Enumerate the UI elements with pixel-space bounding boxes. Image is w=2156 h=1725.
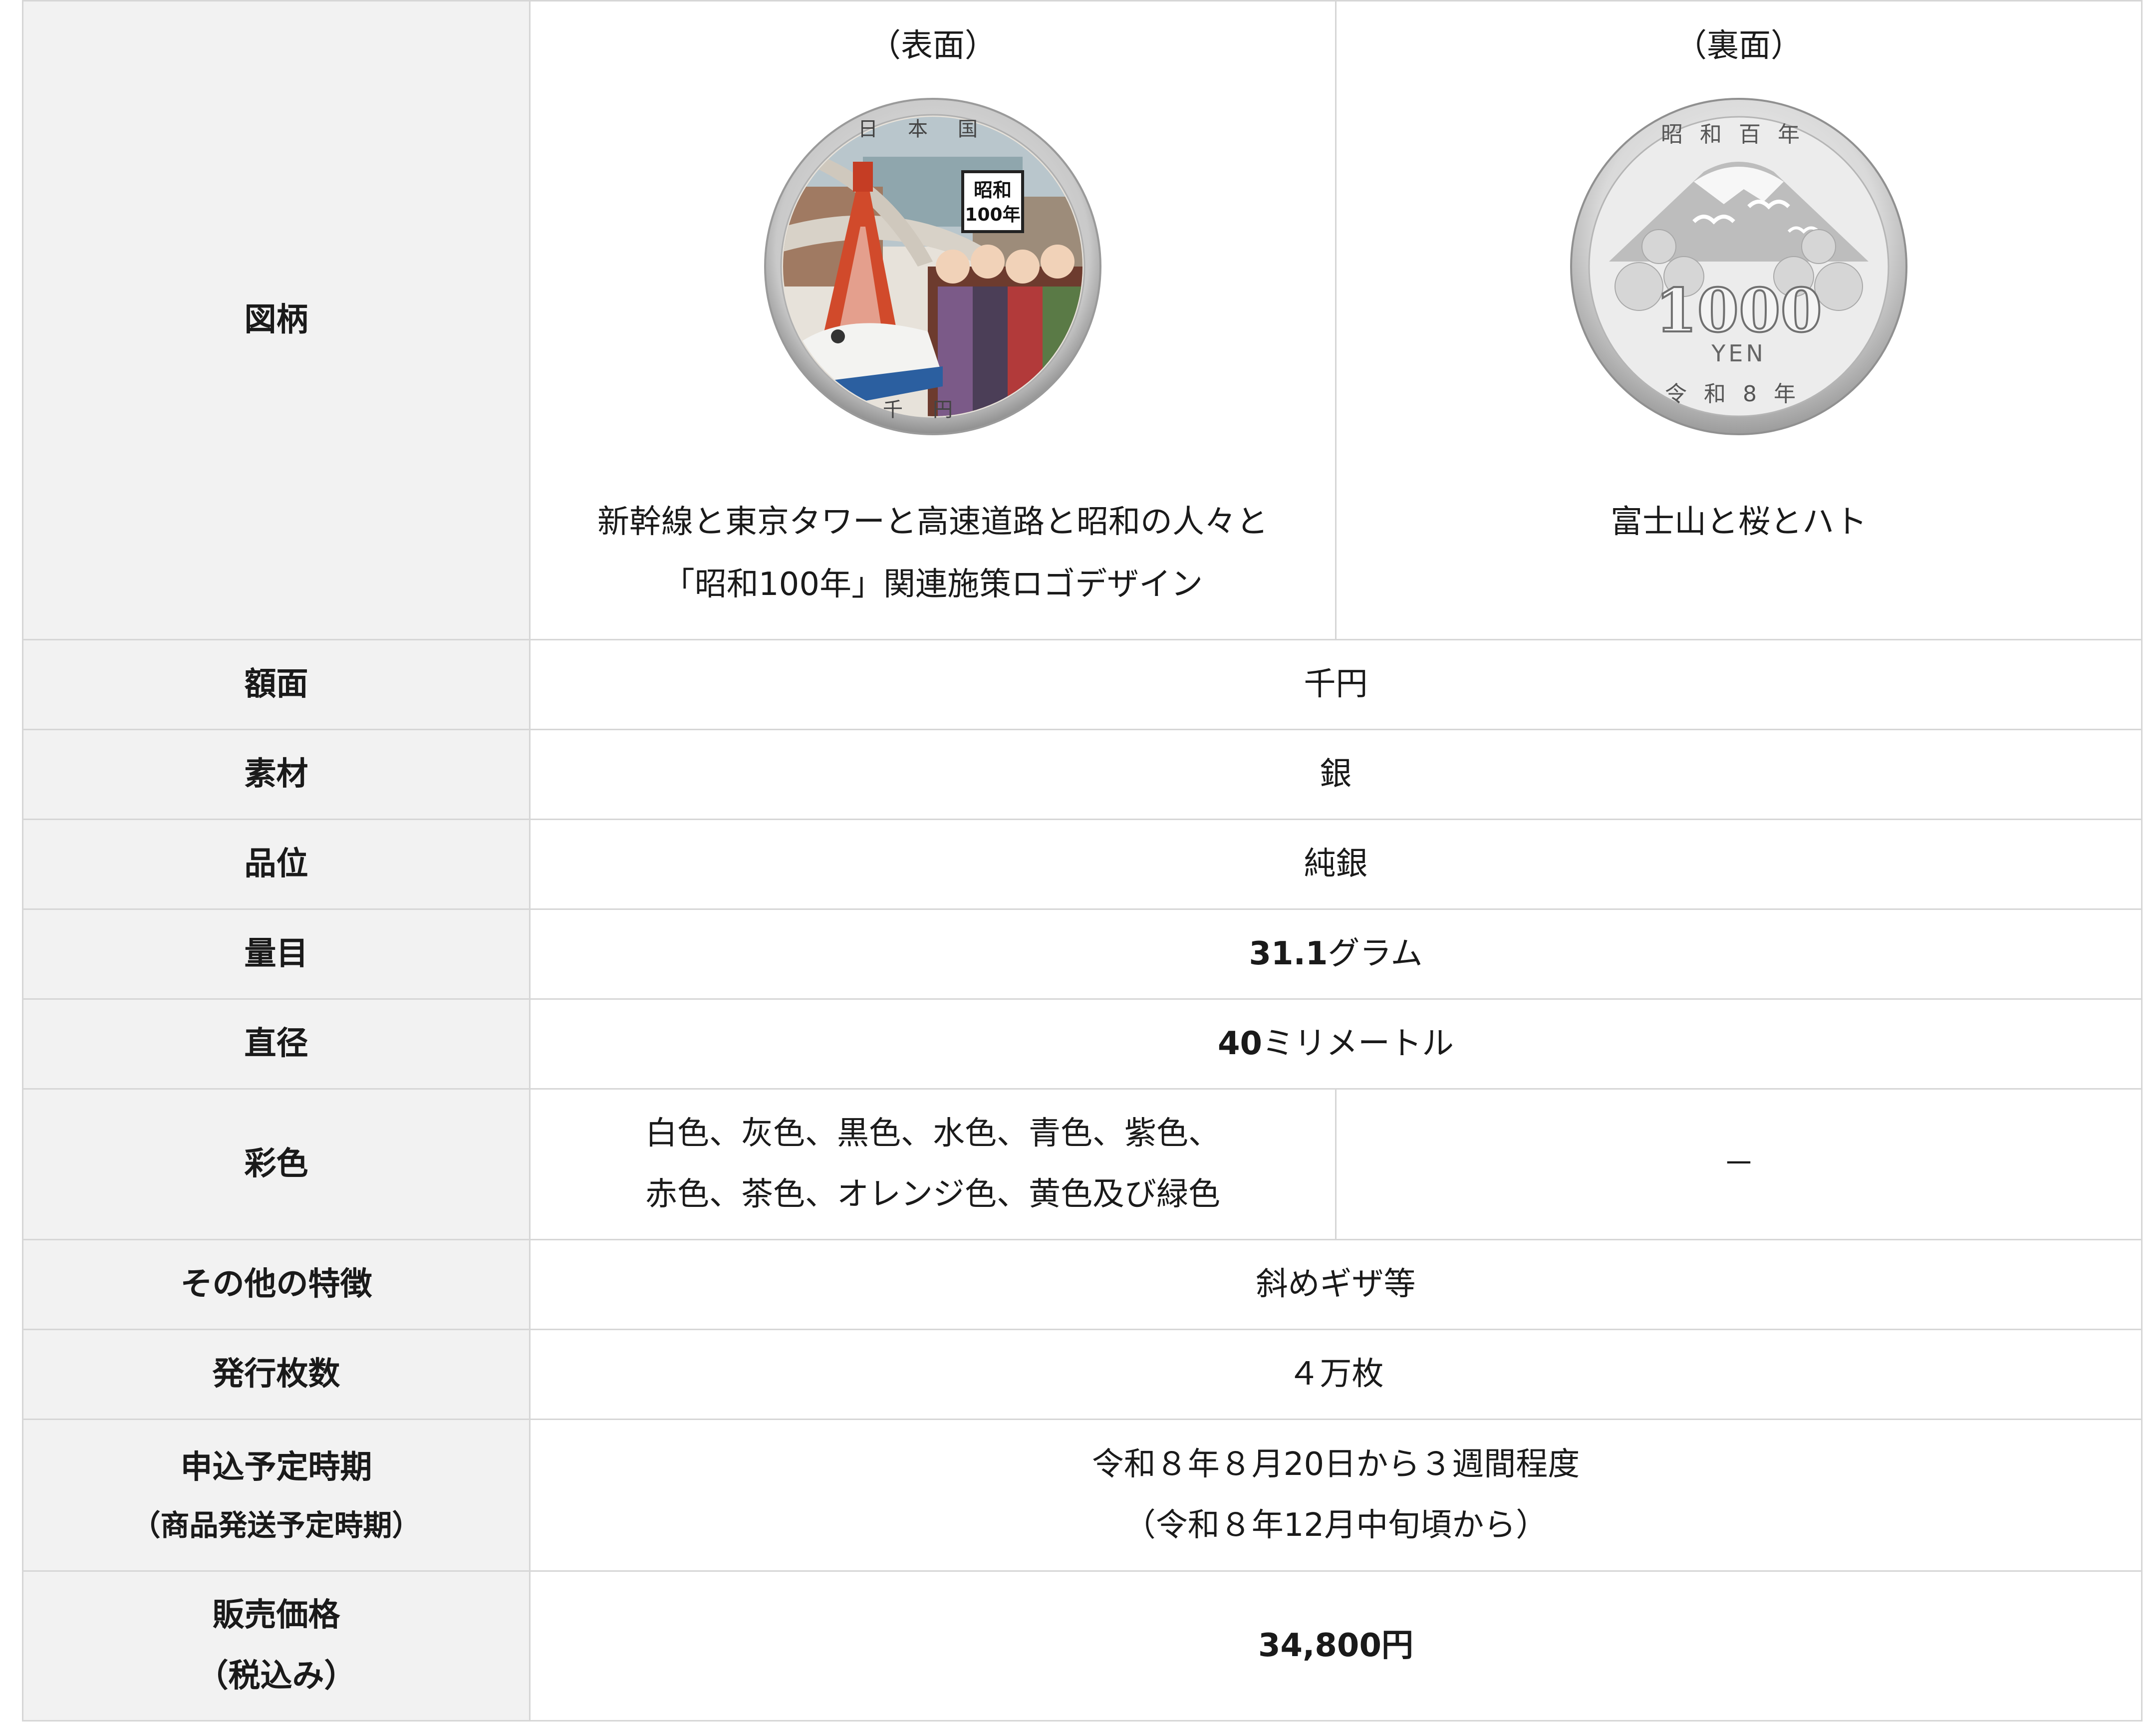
label-weight: 量目 [22,908,531,1000]
label-application: 申込予定時期 （商品発送予定時期） [22,1419,531,1572]
row-application: 申込予定時期 （商品発送予定時期） 令和８年８月20日から３週間程度 （令和８年… [22,1419,2143,1572]
front-coin-top-text: 日本国 [858,118,1008,141]
row-other-features: その他の特徴 斜めギザ等 [22,1239,2143,1330]
weight-number: 31.1 [1249,935,1328,972]
row-grade: 品位 純銀 [22,819,2143,910]
application-label-line2: （商品発送予定時期） [131,1508,421,1543]
back-coin-value: 1000 [1655,276,1822,346]
value-other-features: 斜めギザ等 [529,1239,2143,1330]
front-title: （表面） [869,27,997,64]
value-diameter: 40ミリメートル [529,998,2143,1090]
row-mintage: 発行枚数 ４万枚 [22,1329,2143,1420]
label-material: 素材 [22,729,531,820]
back-coin-image: 昭和百年 1000 YEN 令和8年 [1569,97,1908,436]
value-application: 令和８年８月20日から３週間程度 （令和８年12月中旬頃から） [529,1419,2143,1572]
front-caption: 新幹線と東京タワーと高速道路と昭和の人々と 「昭和100年」関連施策ロゴデザイン [531,491,1335,616]
value-face-value: 千円 [529,639,2143,730]
design-front: （表面） 昭和 100年 日本国 千円 新幹線と東京タワーと高速道路と昭和の人々… [529,0,1337,640]
label-coloring: 彩色 [22,1088,531,1240]
row-weight: 量目 31.1グラム [22,908,2143,1000]
row-design: 図柄 （表面） 昭和 100年 日本国 千円 新幹線と東京タワーと高速道路と昭和… [22,0,2143,640]
diameter-unit: ミリメートル [1262,1025,1454,1062]
diameter-number: 40 [1217,1025,1263,1062]
front-caption-line1: 新幹線と東京タワーと高速道路と昭和の人々と [597,504,1268,541]
design-back: （裏面） 昭和百年 1000 YEN 令和8年 富士山と桜とハト [1335,0,2143,640]
application-value-line2: （令和８年12月中旬頃から） [1123,1506,1548,1544]
row-material: 素材 銀 [22,729,2143,820]
front-caption-line2: 「昭和100年」関連施策ロゴデザイン [662,566,1203,603]
back-caption: 富士山と桜とハト [1611,504,1867,541]
price-label-line1: 販売価格 [212,1596,340,1634]
back-coin-unit: YEN [1711,340,1766,367]
row-diameter: 直径 40ミリメートル [22,998,2143,1090]
label-mintage: 発行枚数 [22,1329,531,1420]
back-coin-bottom-text: 令和8年 [1665,381,1813,407]
front-logo-line1: 昭和 [974,179,1012,201]
row-face-value: 額面 千円 [22,639,2143,730]
application-value-line1: 令和８年８月20日から３週間程度 [1091,1445,1580,1483]
value-price: 34,800円 [529,1570,2143,1722]
front-coin-bottom-text: 千円 [883,398,983,421]
value-weight: 31.1グラム [529,908,2143,1000]
back-coin-top-text: 昭和百年 [1661,122,1817,147]
front-logo-line2: 100年 [965,205,1020,225]
application-label-line1: 申込予定時期 [180,1448,372,1486]
coloring-front-line1: 白色、灰色、黒色、水色、青色、紫色、 [645,1115,1220,1152]
label-price: 販売価格 （税込み） [22,1570,531,1722]
front-coin-graphic: 昭和 100年 日本国 千円 [764,98,1101,436]
value-material: 銀 [529,729,2143,820]
label-diameter: 直径 [22,998,531,1090]
label-other-features: その他の特徴 [22,1239,531,1330]
back-coin-graphic: 昭和百年 1000 YEN 令和8年 [1570,98,1907,436]
value-grade: 純銀 [529,819,2143,910]
front-coin-image: 昭和 100年 日本国 千円 [763,97,1102,436]
value-mintage: ４万枚 [529,1329,2143,1420]
row-price: 販売価格 （税込み） 34,800円 [22,1570,2143,1722]
value-coloring-back: － [1335,1088,2143,1240]
back-title: （裏面） [1675,27,1803,64]
value-coloring-front: 白色、灰色、黒色、水色、青色、紫色、 赤色、茶色、オレンジ色、黄色及び緑色 [529,1088,1337,1240]
weight-unit: グラム [1328,935,1423,972]
coloring-front-line2: 赤色、茶色、オレンジ色、黄色及び緑色 [645,1175,1220,1213]
coin-spec-table: 図柄 （表面） 昭和 100年 日本国 千円 新幹線と東京タワーと高速道路と昭和… [22,0,2143,1722]
label-grade: 品位 [22,819,531,910]
price-label-line2: （税込み） [196,1657,356,1695]
label-face-value: 額面 [22,639,531,730]
label-design: 図柄 [22,0,531,640]
row-coloring: 彩色 白色、灰色、黒色、水色、青色、紫色、 赤色、茶色、オレンジ色、黄色及び緑色… [22,1088,2143,1240]
